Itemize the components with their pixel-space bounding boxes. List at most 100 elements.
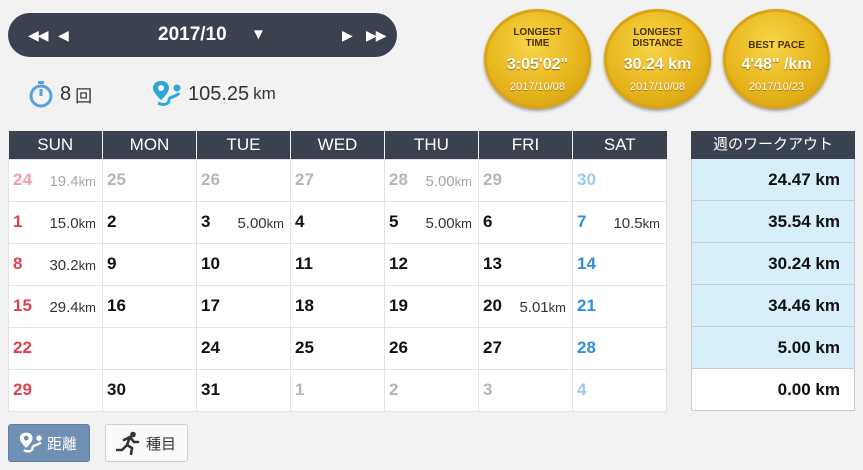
calendar-day-cell[interactable]: 30 [102, 368, 197, 412]
calendar-week-row: 29 30 31 1 2 3 4 [8, 368, 667, 412]
calendar-day-cell[interactable]: 9 [102, 242, 197, 286]
medal-date: 2017/10/08 [509, 81, 566, 93]
day-number: 1 [13, 212, 23, 231]
calendar-day-cell[interactable]: 25 [290, 326, 385, 370]
day-number: 13 [483, 254, 502, 273]
calendar-day-cell[interactable]: 28 [572, 326, 667, 370]
weekday-header-fri: FRI [478, 131, 573, 159]
day-number: 29 [13, 380, 32, 399]
day-number: 4 [295, 212, 305, 231]
calendar-day-cell[interactable]: 25 [102, 158, 197, 202]
day-number: 26 [201, 170, 220, 189]
day-distance: 29.4km [49, 298, 96, 316]
day-number: 16 [107, 296, 126, 315]
type-filter-label: 種目 [146, 435, 177, 453]
day-number: 27 [295, 170, 314, 189]
weekly-workout-header: 週のワークアウト [691, 131, 855, 159]
calendar-day-cell[interactable]: 30 [572, 158, 667, 202]
day-distance: 5.00km [237, 214, 284, 232]
day-number: 28 [389, 170, 408, 189]
calendar-grid: SUN MON TUE WED THU FRI SAT 24 19.4km 25 26 27 28 5.… [8, 131, 667, 412]
calendar-day-cell[interactable]: 26 [384, 326, 479, 370]
day-number: 18 [295, 296, 314, 315]
calendar-day-cell[interactable]: 21 [572, 284, 667, 328]
calendar-day-cell[interactable]: 6 [478, 200, 573, 244]
weekday-header-thu: THU [384, 131, 479, 159]
day-number: 8 [13, 254, 23, 273]
day-number: 11 [295, 254, 313, 273]
prev-month-button[interactable]: ◀ [58, 13, 69, 57]
calendar-day-cell[interactable]: 24 [196, 326, 291, 370]
next-month-button[interactable]: ▶ [342, 13, 353, 57]
best-pace-medal: BEST PACE 4'48" /km 2017/10/23 [723, 9, 830, 109]
weekday-header-sat: SAT [572, 131, 667, 159]
next-year-button[interactable]: ▶▶ [366, 13, 387, 57]
calendar-day-cell[interactable]: 20 5.01km [478, 284, 573, 328]
day-number: 21 [577, 296, 596, 315]
medal-value: 4'48" /km [741, 56, 812, 73]
calendar-day-cell[interactable]: 10 [196, 242, 291, 286]
total-distance-value: 105.25 [188, 82, 250, 105]
type-filter-button[interactable]: 種目 [105, 424, 188, 462]
month-navigator: ◀◀ ◀ 2017/10 ▼ ▶ ▶▶ [8, 13, 397, 57]
weekday-header-wed: WED [290, 131, 385, 159]
calendar-day-cell[interactable]: 27 [290, 158, 385, 202]
calendar-day-cell[interactable]: 13 [478, 242, 573, 286]
day-number: 22 [13, 338, 32, 357]
day-number: 25 [107, 170, 126, 189]
day-distance: 30.2km [49, 256, 96, 274]
day-number: 3 [483, 380, 493, 399]
day-number: 29 [483, 170, 502, 189]
calendar-day-cell[interactable]: 23 5.00km [102, 326, 197, 370]
calendar-day-cell[interactable]: 1 15.0km [8, 200, 103, 244]
calendar-day-cell[interactable]: 3 [478, 368, 573, 412]
calendar-day-cell[interactable]: 5 5.00km [384, 200, 479, 244]
day-number: 25 [295, 338, 314, 357]
day-number: 2 [389, 380, 399, 399]
calendar-day-cell[interactable]: 19 [384, 284, 479, 328]
calendar-day-cell[interactable]: 29 [8, 368, 103, 412]
day-distance: 15.0km [49, 214, 96, 232]
day-number: 14 [577, 254, 596, 273]
calendar-day-cell[interactable]: 18 [290, 284, 385, 328]
calendar-day-cell[interactable]: 2 [102, 200, 197, 244]
calendar-day-cell[interactable]: 4 [290, 200, 385, 244]
calendar-day-cell[interactable]: 27 [478, 326, 573, 370]
calendar-day-cell[interactable]: 3 5.00km [196, 200, 291, 244]
calendar-day-cell[interactable]: 11 [290, 242, 385, 286]
month-dropdown-icon[interactable]: ▼ [251, 13, 266, 57]
total-distance-stat: 105.25 km [152, 78, 276, 110]
day-number: 9 [107, 254, 117, 273]
calendar-day-cell[interactable]: 12 [384, 242, 479, 286]
calendar-day-cell[interactable]: 29 [478, 158, 573, 202]
distance-filter-button[interactable]: 距離 [8, 424, 90, 462]
day-number: 30 [577, 170, 596, 189]
calendar-day-cell[interactable]: 14 [572, 242, 667, 286]
calendar-day-cell[interactable]: 28 5.00km [384, 158, 479, 202]
current-month-label: 2017/10 [158, 24, 227, 45]
calendar-day-cell[interactable]: 24 19.4km [8, 158, 103, 202]
calendar-day-cell[interactable]: 8 30.2km [8, 242, 103, 286]
day-distance: 5.00km [425, 172, 472, 190]
calendar-day-cell[interactable]: 16 [102, 284, 197, 328]
calendar-day-cell[interactable]: 1 [290, 368, 385, 412]
calendar-day-cell[interactable]: 31 [196, 368, 291, 412]
day-distance: 5.00km [425, 214, 472, 232]
calendar-day-cell[interactable]: 7 10.5km [572, 200, 667, 244]
day-number: 26 [389, 338, 408, 357]
day-number: 7 [577, 212, 587, 231]
day-distance: 19.4km [49, 172, 96, 190]
calendar-day-cell[interactable]: 26 [196, 158, 291, 202]
weekly-total-row: 35.54 km [691, 201, 855, 243]
calendar-week-row: 22 23 5.00km 24 25 26 27 28 [8, 326, 667, 370]
calendar-day-cell[interactable]: 17 [196, 284, 291, 328]
calendar-day-cell[interactable]: 22 [8, 326, 103, 370]
calendar-day-cell[interactable]: 2 [384, 368, 479, 412]
prev-year-button[interactable]: ◀◀ [28, 13, 49, 57]
calendar-day-cell[interactable]: 15 29.4km [8, 284, 103, 328]
day-number: 4 [577, 380, 587, 399]
day-distance: 5.00km [143, 340, 190, 358]
day-number: 1 [295, 380, 305, 399]
day-number: 19 [389, 296, 408, 315]
calendar-day-cell[interactable]: 4 [572, 368, 667, 412]
